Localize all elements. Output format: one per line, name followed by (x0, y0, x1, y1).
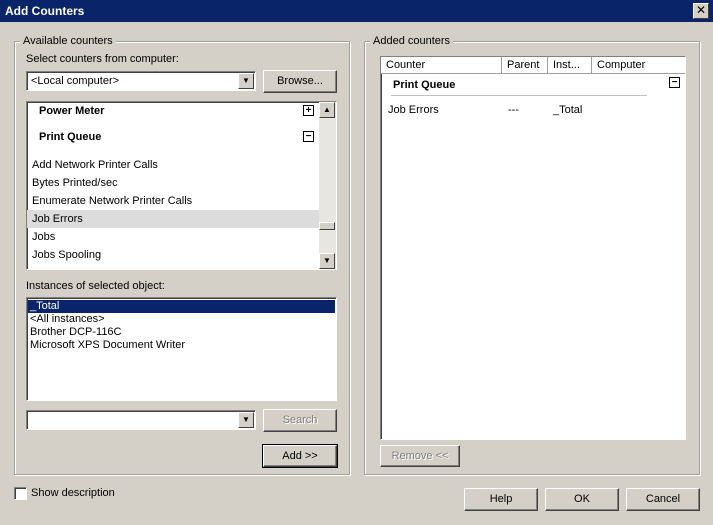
added-counter-row[interactable]: Job Errors --- _Total (381, 101, 685, 119)
counter-label: Jobs Spooling (32, 249, 102, 261)
added-cell-counter: Job Errors (388, 104, 439, 116)
group-divider (391, 95, 647, 96)
counter-label: Jobs (32, 231, 56, 243)
counter-label: Add Network Printer Calls (32, 159, 158, 171)
counter-list-item[interactable]: Bytes Printed/sec (27, 174, 319, 192)
added-cell-parent: --- (508, 104, 519, 116)
search-button[interactable]: Search (263, 409, 337, 432)
computer-dropdown[interactable]: <Local computer> ▼ (26, 71, 256, 91)
objects-scrollbar[interactable]: ▲ ▼ (319, 102, 336, 269)
object-category-label: Print Queue (39, 131, 102, 143)
window-title: Add Counters (5, 4, 85, 18)
added-group-label: Print Queue (393, 79, 456, 91)
computer-dropdown-value: <Local computer> (31, 75, 120, 87)
chevron-down-icon[interactable]: ▼ (238, 73, 254, 89)
expand-icon[interactable]: + (303, 105, 314, 116)
counter-list-item[interactable]: Add Network Printer Calls (27, 156, 319, 174)
counter-objects-viewport: Power Meter + Print Queue − Add Network Prin… (27, 102, 319, 269)
show-description-checkbox[interactable] (14, 487, 27, 500)
counter-label: Job Errors (32, 213, 83, 225)
browse-button[interactable]: Browse... (263, 70, 337, 93)
counter-list-item[interactable]: Jobs Spooling (27, 246, 319, 264)
scroll-up-icon[interactable]: ▲ (319, 102, 335, 118)
added-cell-instance: _Total (553, 104, 583, 116)
scroll-thumb[interactable] (319, 222, 335, 230)
close-icon[interactable]: ✕ (693, 3, 709, 19)
title-bar: Add Counters (0, 0, 713, 22)
search-combobox[interactable]: ▼ (26, 410, 256, 430)
help-button[interactable]: Help (464, 488, 538, 511)
counter-label: Enumerate Network Printer Calls (32, 195, 193, 207)
added-counters-list[interactable]: Counter Parent Inst... Computer Print Qu… (380, 56, 686, 440)
computer-label: Select counters from computer: (26, 53, 179, 65)
counter-list-item[interactable]: Enumerate Network Printer Calls (27, 192, 319, 210)
ok-button[interactable]: OK (545, 488, 619, 511)
scroll-down-icon[interactable]: ▼ (319, 253, 335, 269)
column-header-instance[interactable]: Inst... (548, 57, 592, 74)
column-header-counter[interactable]: Counter (381, 57, 502, 74)
instance-list-item[interactable]: Brother DCP-116C (28, 326, 335, 339)
column-header-computer[interactable]: Computer (592, 57, 685, 74)
instance-list-item[interactable]: Microsoft XPS Document Writer (28, 339, 335, 352)
chevron-down-icon[interactable]: ▼ (238, 412, 254, 428)
remove-button[interactable]: Remove << (380, 445, 460, 467)
counter-label: Bytes Printed/sec (32, 177, 118, 189)
object-category-row[interactable]: Print Queue − (27, 126, 319, 148)
instance-list-item[interactable]: _Total (28, 300, 335, 313)
added-counters-label: Added counters (370, 35, 454, 48)
counter-list-item[interactable]: Job Errors (27, 210, 319, 228)
counter-objects-list[interactable]: Power Meter + Print Queue − Add Network Prin… (26, 101, 337, 270)
instance-list-item[interactable]: <All instances> (28, 313, 335, 326)
object-category-row[interactable]: Power Meter + (27, 102, 319, 122)
object-category-label: Power Meter (39, 105, 105, 117)
cancel-button[interactable]: Cancel (626, 488, 700, 511)
instances-list[interactable]: _Total <All instances> Brother DCP-116C Mic… (26, 297, 337, 401)
add-button[interactable]: Add >> (262, 444, 338, 468)
counter-list-item[interactable]: Jobs (27, 228, 319, 246)
collapse-icon[interactable]: − (303, 131, 314, 142)
available-counters-label: Available counters (20, 35, 116, 48)
instances-label: Instances of selected object: (26, 280, 165, 292)
show-description-label[interactable]: Show description (31, 486, 115, 500)
added-group-row[interactable]: Print Queue − (381, 75, 685, 96)
column-header-parent[interactable]: Parent (502, 57, 548, 74)
collapse-icon[interactable]: − (669, 77, 680, 88)
